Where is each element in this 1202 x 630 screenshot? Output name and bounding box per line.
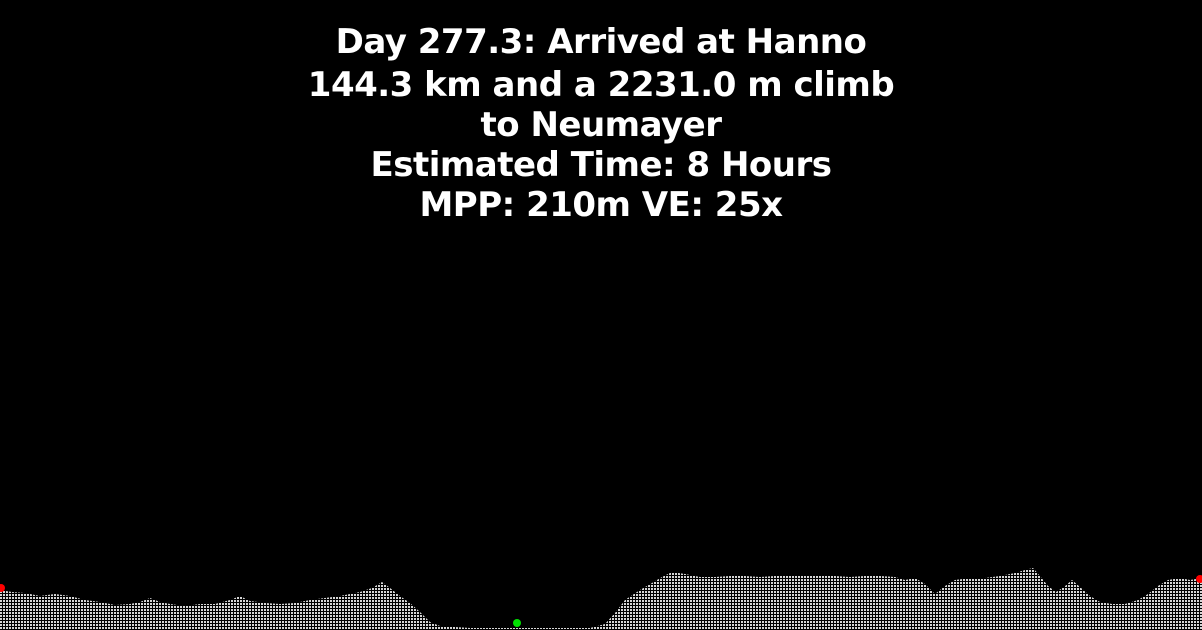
route-screen: Day 277.3: Arrived at Hanno 144.3 km and… (0, 0, 1202, 630)
elevation-profile (0, 568, 1202, 630)
current-position-marker (513, 619, 521, 627)
terrain-silhouette (0, 568, 1202, 630)
